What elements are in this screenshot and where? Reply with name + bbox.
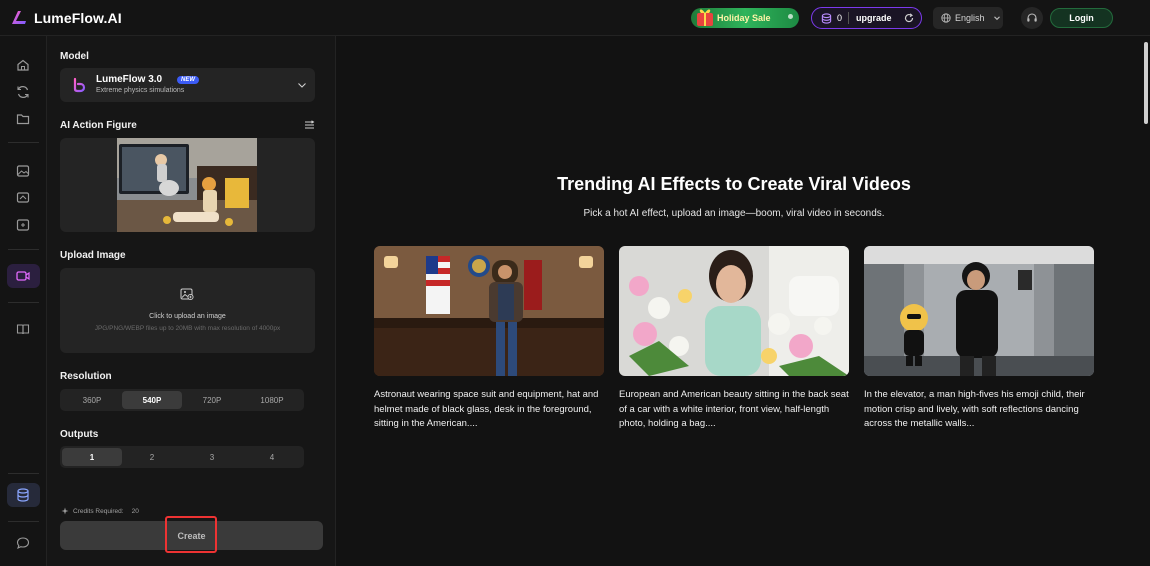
effect-card[interactable]: Astronaut wearing space suit and equipme… — [374, 246, 604, 432]
model-name: LumeFlow 3.0 — [96, 74, 163, 85]
gift-icon — [697, 9, 713, 26]
divider — [8, 142, 39, 143]
image-upload-dropzone[interactable]: Click to upload an image JPG/PNG/WEBP fi… — [60, 268, 315, 353]
list-swap-icon[interactable] — [304, 120, 315, 130]
image-enhance-icon[interactable] — [15, 217, 31, 233]
video-icon[interactable] — [15, 268, 31, 284]
nav-rail — [0, 36, 47, 566]
upload-label: Upload Image — [60, 250, 126, 261]
top-bar: LumeFlow.AI Holiday Sale 0 upgrade Engli… — [0, 0, 1150, 36]
divider — [848, 12, 850, 24]
sparkle-icon — [788, 14, 793, 19]
outputs-option-1[interactable]: 1 — [62, 448, 122, 466]
generation-form: Model LumeFlow 3.0 NEW Extreme physics s… — [47, 36, 336, 566]
holiday-sale-label: Holiday Sale — [717, 13, 771, 23]
effect-label: AI Action Figure — [60, 120, 137, 131]
globe-icon — [941, 13, 951, 23]
main-content: Trending AI Effects to Create Viral Vide… — [336, 36, 1142, 566]
sync-icon[interactable] — [15, 84, 31, 100]
outputs-option-2[interactable]: 2 — [122, 448, 182, 466]
brand-name: LumeFlow.AI — [34, 9, 122, 26]
chevron-down-icon — [993, 16, 1000, 21]
outputs-option-4[interactable]: 4 — [242, 448, 302, 466]
resolution-label: Resolution — [60, 371, 112, 382]
logo[interactable]: LumeFlow.AI — [10, 9, 122, 26]
language-label: English — [955, 13, 985, 23]
credits-required: Credits Required: 20 — [61, 507, 139, 515]
credits-required-label: Credits Required: — [73, 507, 124, 515]
effect-card[interactable]: In the elevator, a man high-fives his em… — [864, 246, 1094, 432]
outputs-option-3[interactable]: 3 — [182, 448, 242, 466]
logo-icon — [12, 11, 26, 24]
headset-icon — [1027, 13, 1037, 22]
effect-caption: European and American beauty sitting in … — [619, 389, 849, 429]
effect-preview[interactable] — [60, 138, 315, 232]
effect-thumbnail — [619, 246, 849, 376]
image-edit-icon[interactable] — [15, 190, 31, 206]
divider — [8, 249, 39, 250]
action-figure-thumbnail — [117, 138, 257, 232]
credits-widget[interactable]: 0 upgrade — [811, 7, 922, 29]
language-selector[interactable]: English — [933, 7, 1003, 29]
outputs-selector: 1 2 3 4 — [60, 446, 304, 468]
holiday-sale-button[interactable]: Holiday Sale — [691, 8, 799, 28]
outputs-label: Outputs — [60, 429, 99, 440]
image-icon[interactable] — [15, 163, 31, 179]
support-button[interactable] — [1021, 7, 1043, 29]
resolution-selector: 360P 540P 720P 1080P — [60, 389, 304, 411]
model-label: Model — [60, 51, 89, 62]
resolution-option-1080p[interactable]: 1080P — [242, 391, 302, 409]
divider — [8, 521, 39, 522]
model-logo-icon — [73, 77, 86, 93]
model-description: Extreme physics simulations — [96, 87, 185, 94]
upload-hint: JPG/PNG/WEBP files up to 20MB with max r… — [94, 325, 281, 332]
effect-caption: Astronaut wearing space suit and equipme… — [374, 389, 599, 429]
upload-prompt: Click to upload an image — [149, 313, 226, 320]
highlight-box — [165, 516, 217, 553]
effect-thumbnail — [374, 246, 604, 376]
credits-required-value: 20 — [131, 507, 139, 515]
scrollbar-thumb[interactable] — [1144, 42, 1148, 124]
resolution-option-360p[interactable]: 360P — [62, 391, 122, 409]
effect-card[interactable]: European and American beauty sitting in … — [619, 246, 849, 432]
login-button[interactable]: Login — [1050, 8, 1113, 28]
database-icon[interactable] — [15, 487, 31, 503]
page-subtitle: Pick a hot AI effect, upload an image—bo… — [583, 208, 885, 219]
resolution-option-540p[interactable]: 540P — [122, 391, 182, 409]
model-selector[interactable]: LumeFlow 3.0 NEW Extreme physics simulat… — [60, 68, 315, 102]
coins-icon — [821, 12, 832, 24]
upgrade-button[interactable]: upgrade — [856, 13, 892, 23]
new-badge: NEW — [177, 76, 199, 84]
effect-caption: In the elevator, a man high-fives his em… — [864, 389, 1085, 429]
refresh-icon[interactable] — [904, 13, 914, 23]
effect-thumbnail — [864, 246, 1094, 376]
chevron-down-icon — [298, 83, 306, 88]
folder-icon[interactable] — [15, 111, 31, 127]
divider — [8, 302, 39, 303]
credits-count: 0 — [837, 13, 843, 23]
resolution-option-720p[interactable]: 720P — [182, 391, 242, 409]
chat-icon[interactable] — [15, 535, 31, 551]
home-icon[interactable] — [15, 57, 31, 73]
page-title: Trending AI Effects to Create Viral Vide… — [557, 174, 911, 194]
divider — [8, 473, 39, 474]
scrollbar[interactable] — [1142, 36, 1150, 566]
image-upload-icon — [180, 288, 194, 301]
book-icon[interactable] — [15, 321, 31, 337]
sparkle-icon — [61, 507, 69, 515]
